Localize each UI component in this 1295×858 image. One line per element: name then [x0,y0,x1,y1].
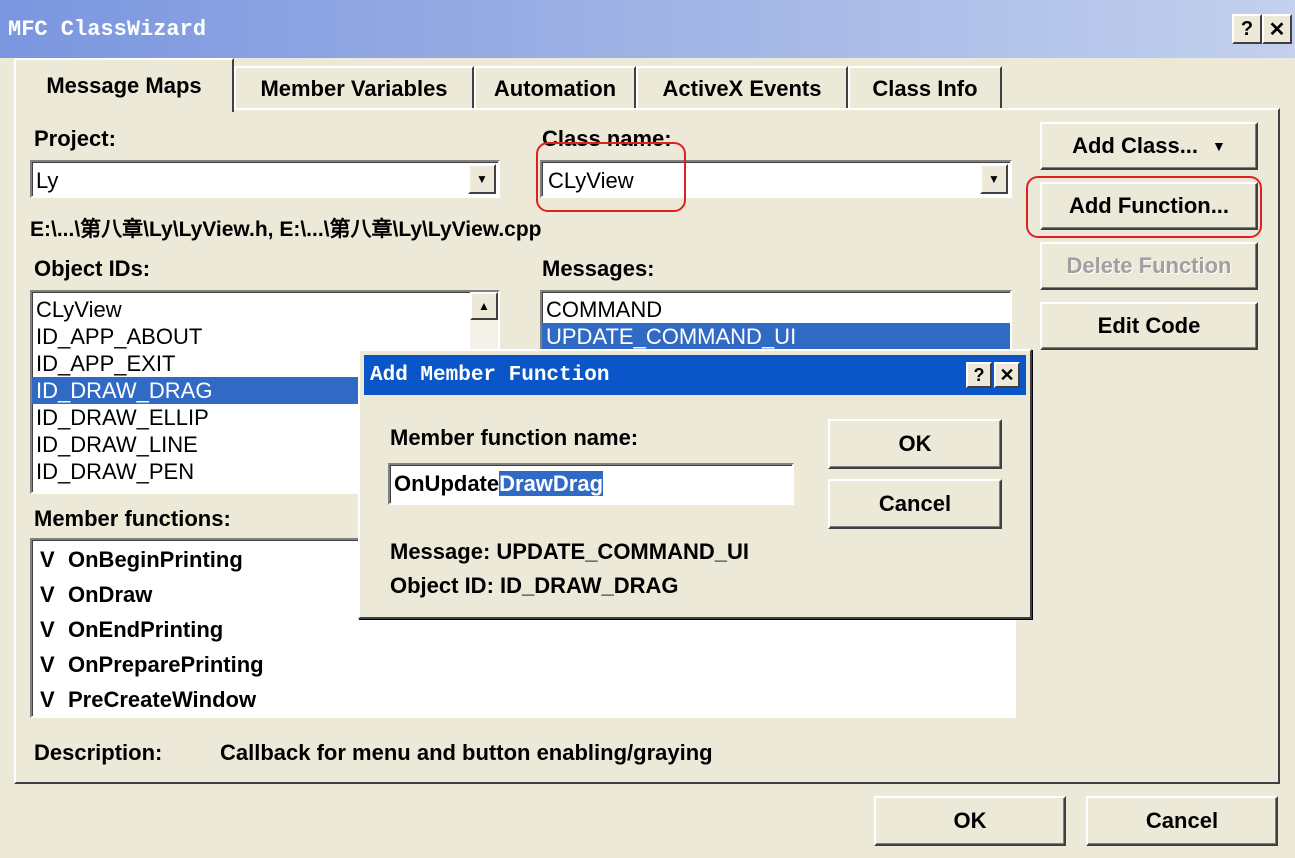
dialog-ok-button[interactable]: OK [828,419,1002,469]
ok-button[interactable]: OK [874,796,1066,846]
function-name-value: OnUpdateDrawDrag [394,471,604,497]
tab-message-maps[interactable]: Message Maps [14,58,234,112]
annotation-highlight-add-function [1026,176,1262,238]
function-name-prefix: OnUpdate [394,471,500,496]
help-icon: ? [973,364,985,385]
dialog-title: Add Member Function [370,363,610,387]
dialog-ok-label: OK [898,431,932,456]
dialog-object-info: Object ID: ID_DRAW_DRAG [390,573,679,598]
member-functions-label: Member functions: [34,506,231,531]
delete-function-label: Delete Function [1066,253,1232,278]
add-class-label: Add Class... [1072,133,1199,158]
function-name: OnPreparePrinting [68,651,264,677]
tab-label: Class Info [872,76,978,101]
chevron-down-icon[interactable]: ▼ [468,164,496,194]
function-name: OnBeginPrinting [68,546,243,572]
tab-label: Automation [493,76,617,101]
tab-class-info[interactable]: Class Info [848,66,1002,110]
dialog-cancel-button[interactable]: Cancel [828,479,1002,529]
tab-activex-events[interactable]: ActiveX Events [636,66,848,110]
project-value: Ly [36,168,59,193]
virtual-marker: V [40,546,55,572]
window-title: MFC ClassWizard [8,16,207,42]
dialog-message-info: Message: UPDATE_COMMAND_UI [390,539,749,564]
project-label: Project: [34,126,116,151]
help-button[interactable]: ? [1232,14,1262,44]
ok-label: OK [953,808,987,833]
dialog-title-bar[interactable]: Add Member Function [364,355,1026,395]
dialog-help-button[interactable]: ? [966,362,992,388]
function-name-input[interactable]: OnUpdateDrawDrag [388,463,794,505]
tab-label: Message Maps [46,73,202,98]
delete-function-button[interactable]: Delete Function [1040,242,1258,290]
list-item[interactable]: CLyView [32,296,472,323]
list-item[interactable]: ID_APP_ABOUT [32,323,472,350]
close-button[interactable]: ✕ [1262,14,1292,44]
object-ids-label: Object IDs: [34,256,151,281]
messages-label: Messages: [542,256,655,281]
tab-member-variables[interactable]: Member Variables [234,66,474,110]
cancel-button[interactable]: Cancel [1086,796,1278,846]
project-combo[interactable]: Ly ▼ [30,160,500,198]
dialog-close-button[interactable]: ✕ [994,362,1020,388]
scroll-up-icon[interactable]: ▲ [470,292,498,320]
window-title-bar[interactable]: MFC ClassWizard [0,0,1295,58]
close-icon: ✕ [1268,18,1286,41]
list-item[interactable]: V OnPreparePrinting [32,647,1012,682]
function-name: OnDraw [68,581,153,607]
chevron-down-icon[interactable]: ▼ [980,164,1008,194]
virtual-marker: V [40,616,55,642]
close-icon: ✕ [999,364,1015,385]
virtual-marker: V [40,581,55,607]
file-path: E:\...\第八章\Ly\LyView.h, E:\...\第八章\Ly\Ly… [30,218,542,241]
tab-label: Member Variables [260,76,448,101]
function-name: OnEndPrinting [68,616,224,642]
function-name-selection: DrawDrag [499,471,604,496]
dialog-cancel-label: Cancel [878,491,952,516]
help-icon: ? [1240,17,1254,40]
annotation-highlight-class-name [536,142,686,212]
cancel-label: Cancel [1145,808,1219,833]
description-text: Callback for menu and button enabling/gr… [220,740,713,765]
tab-automation[interactable]: Automation [474,66,636,110]
tab-label: ActiveX Events [662,76,822,101]
list-item[interactable]: V PreCreateWindow [32,682,1012,716]
function-name-label: Member function name: [390,425,639,450]
add-member-function-dialog[interactable]: Add Member Function ? ✕ Member function … [358,349,1032,619]
add-class-button[interactable]: Add Class... ▼ [1040,122,1258,170]
function-name: PreCreateWindow [68,686,257,712]
list-item[interactable]: COMMAND [542,296,1010,323]
virtual-marker: V [40,686,55,712]
description-label: Description: [34,740,163,765]
chevron-down-icon: ▼ [1212,138,1226,154]
edit-code-button[interactable]: Edit Code [1040,302,1258,350]
list-item-selected[interactable]: UPDATE_COMMAND_UI [542,323,1010,350]
edit-code-label: Edit Code [1097,313,1201,338]
virtual-marker: V [40,651,55,677]
